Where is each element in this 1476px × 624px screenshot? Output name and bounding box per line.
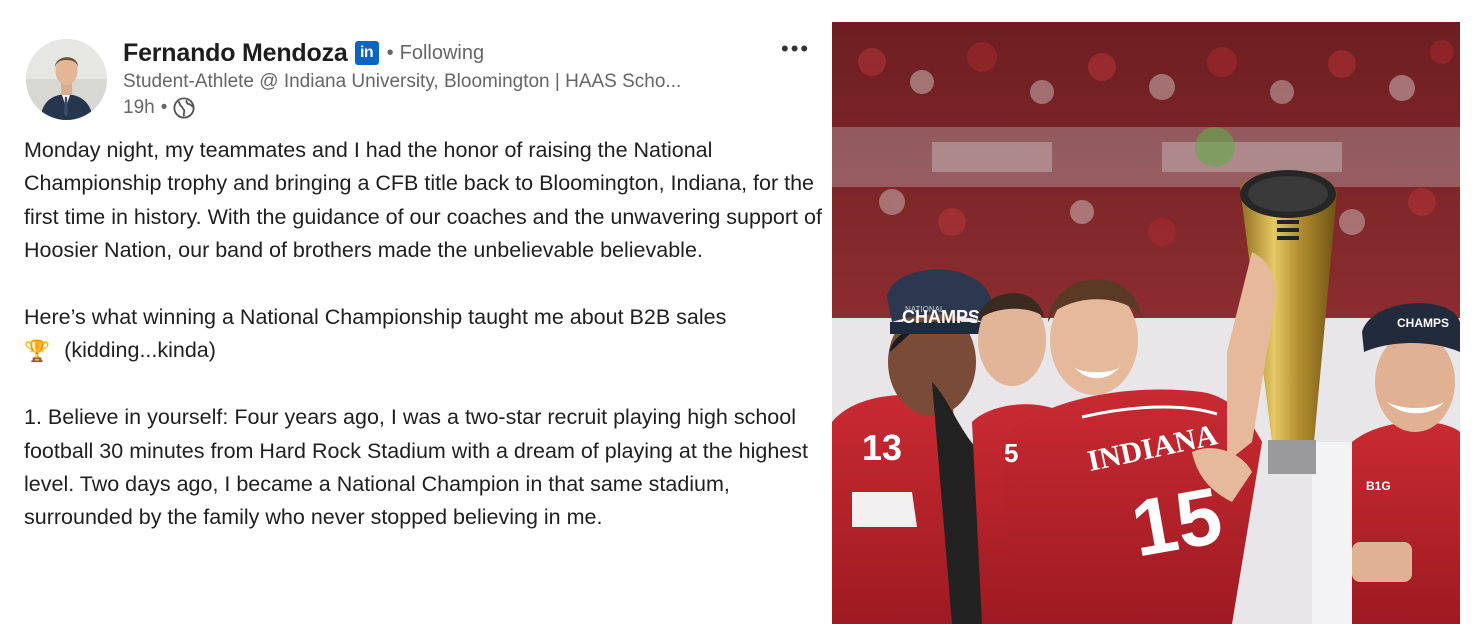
author-headline: Student-Athlete @ Indiana University, Bl… — [123, 71, 682, 92]
post-card: Fernando Mendoza in • Following ••• Stud… — [0, 0, 830, 624]
post-timestamp: 19h — [123, 97, 155, 118]
author-avatar[interactable] — [26, 39, 107, 120]
author-row: Fernando Mendoza in • Following — [123, 37, 484, 69]
post-paragraph-2: Here’s what winning a National Champions… — [24, 301, 824, 368]
championship-celebration-image: 13 NATIONAL CHAMPS INDIANA 15 5 CHAMPS B… — [832, 22, 1460, 624]
avatar-image — [26, 39, 107, 120]
post-photo[interactable]: 13 NATIONAL CHAMPS INDIANA 15 5 CHAMPS B… — [832, 22, 1460, 624]
linkedin-premium-icon: in — [354, 41, 379, 65]
jersey-number-left: 13 — [862, 427, 902, 468]
post-paragraph-1: Monday night, my teammates and I had the… — [24, 138, 822, 263]
sleeve-number: 5 — [1004, 438, 1018, 468]
more-options-icon[interactable]: ••• — [781, 38, 810, 60]
post-body: Monday night, my teammates and I had the… — [24, 134, 824, 535]
post-paragraph-2-text: Here’s what winning a National Champions… — [24, 305, 727, 330]
cap-right-text: CHAMPS — [1397, 316, 1449, 330]
globe-icon — [173, 97, 195, 119]
author-name[interactable]: Fernando Mendoza — [123, 39, 348, 68]
cap-champs-text: CHAMPS — [902, 307, 980, 327]
conference-logo-text: B1G — [1366, 479, 1391, 493]
separator-dot: • — [386, 41, 394, 64]
following-status[interactable]: Following — [400, 42, 484, 65]
post-paragraph-2-tail: (kidding...kinda) — [64, 338, 216, 363]
separator-dot: • — [160, 97, 168, 118]
post-screenshot: Fernando Mendoza in • Following ••• Stud… — [0, 0, 1476, 624]
post-meta: 19h • — [123, 96, 195, 120]
trophy-icon: 🏆 — [24, 340, 51, 364]
post-paragraph-3: 1. Believe in yourself: Four years ago, … — [24, 405, 808, 530]
